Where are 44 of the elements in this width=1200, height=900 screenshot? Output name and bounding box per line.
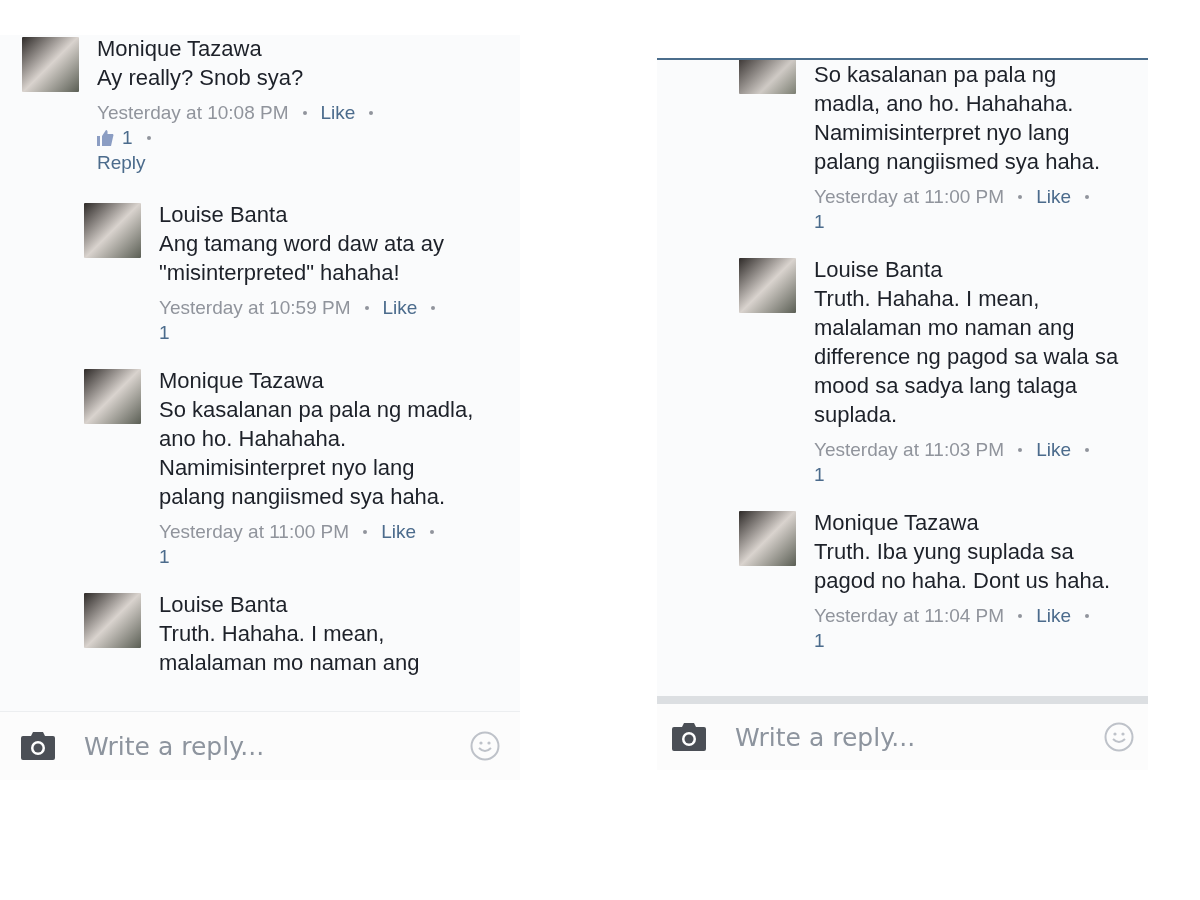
avatar-photo-placeholder[interactable] bbox=[84, 369, 141, 424]
commenter-name[interactable]: Monique Tazawa bbox=[814, 509, 1119, 537]
camera-icon[interactable] bbox=[20, 731, 56, 761]
avatar-photo-placeholder[interactable] bbox=[84, 593, 141, 648]
comment-text: Truth. Hahaha. I mean, malalaman mo naman ang difference ng pagod sa wala sa mood sa sadya lang talaga suplada. bbox=[814, 285, 1119, 429]
avatar-photo-placeholder[interactable] bbox=[739, 511, 796, 566]
timestamp: Yesterday at 11:03 PM bbox=[814, 438, 1005, 462]
timestamp: Yesterday at 11:00 PM bbox=[159, 520, 350, 544]
timestamp: Yesterday at 10:59 PM bbox=[159, 296, 351, 320]
camera-icon[interactable] bbox=[671, 722, 707, 752]
comment-text: Truth. Hahaha. I mean, malalaman mo naman ang bbox=[159, 620, 421, 677]
comment-text: So kasalanan pa pala ng madla, ano ho. Hahahaha. Namimisinterpret nyo lang palang nangiismed sya haha. bbox=[159, 396, 475, 511]
commenter-name[interactable]: Louise Banta bbox=[159, 591, 479, 619]
avatar-photo-placeholder[interactable] bbox=[739, 60, 796, 94]
commenter-name[interactable]: Monique Tazawa bbox=[159, 367, 479, 395]
like-link[interactable]: Like bbox=[1036, 184, 1071, 209]
reply-link[interactable]: Reply bbox=[97, 152, 146, 173]
timestamp: Yesterday at 11:04 PM bbox=[814, 604, 1005, 628]
like-link[interactable]: Like bbox=[381, 519, 416, 544]
avatar-photo-placeholder[interactable] bbox=[739, 258, 796, 313]
reaction-count[interactable]: 1 bbox=[814, 209, 1119, 234]
comment-text: Truth. Iba yung suplada sa pagod no haha. Dont us haha. bbox=[814, 538, 1112, 595]
like-link[interactable]: Like bbox=[1036, 437, 1071, 462]
comment-text: Ang tamang word daw ata ay "misinterpreted" hahaha! bbox=[159, 230, 445, 287]
reaction-count[interactable]: 1 bbox=[159, 320, 479, 345]
like-count[interactable]: 1 bbox=[97, 125, 133, 150]
commenter-name[interactable]: Monique Tazawa bbox=[97, 35, 417, 63]
thumbs-up-icon bbox=[97, 129, 114, 146]
like-link[interactable]: Like bbox=[320, 100, 356, 125]
reply-input-field[interactable]: Write a reply... bbox=[84, 731, 442, 761]
reply-input-field[interactable]: Write a reply... bbox=[735, 722, 1076, 752]
timestamp: Yesterday at 11:00 PM bbox=[814, 185, 1005, 209]
commenter-name[interactable]: Louise Banta bbox=[159, 201, 479, 229]
like-link[interactable]: Like bbox=[1036, 603, 1071, 628]
reaction-count[interactable]: 1 bbox=[814, 628, 1119, 653]
timestamp: Yesterday at 10:08 PM bbox=[97, 101, 289, 125]
comment-text: Ay really? Snob sya? bbox=[97, 64, 305, 92]
avatar-photo-placeholder[interactable] bbox=[84, 203, 141, 258]
reaction-count[interactable]: 1 bbox=[814, 462, 1119, 487]
reaction-count[interactable]: 1 bbox=[159, 544, 479, 569]
commenter-name[interactable]: Louise Banta bbox=[814, 256, 1119, 284]
avatar-photo-placeholder[interactable] bbox=[22, 37, 79, 92]
like-link[interactable]: Like bbox=[382, 295, 418, 320]
comment-text: So kasalanan pa pala ng madla, ano ho. Hahahaha. Namimisinterpret nyo lang palang nangiismed sya haha. bbox=[814, 61, 1102, 176]
